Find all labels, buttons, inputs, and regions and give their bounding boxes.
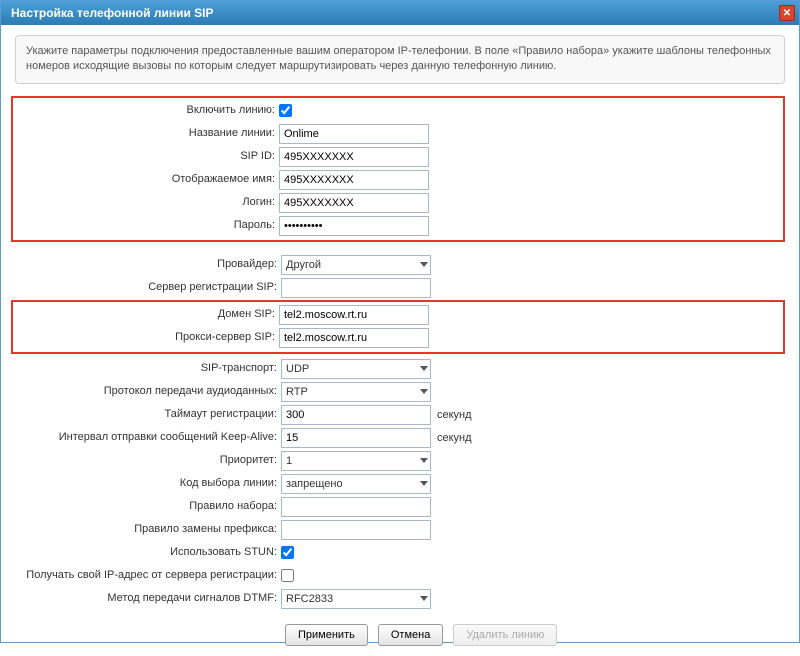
audio-proto-select[interactable]: RTP: [281, 382, 431, 402]
transport-value: UDP: [286, 363, 309, 375]
label-get-ip: Получать свой IP-адрес от сервера регист…: [15, 569, 281, 582]
display-name-input[interactable]: [279, 170, 429, 190]
close-button[interactable]: ✕: [779, 5, 795, 21]
label-priority: Приоритет:: [15, 454, 281, 467]
label-reg-server: Сервер регистрации SIP:: [15, 281, 281, 294]
close-icon: ✕: [783, 8, 791, 19]
unit-seconds-2: секунд: [437, 432, 472, 444]
label-prefix-rule: Правило замены префикса:: [15, 523, 281, 536]
label-transport: SIP-транспорт:: [15, 362, 281, 375]
label-provider: Провайдер:: [15, 258, 281, 271]
reg-timeout-input[interactable]: [281, 405, 431, 425]
label-display-name: Отображаемое имя:: [15, 173, 279, 186]
label-login: Логин:: [15, 196, 279, 209]
priority-select[interactable]: 1: [281, 451, 431, 471]
sip-id-input[interactable]: [279, 147, 429, 167]
line-code-select[interactable]: запрещено: [281, 474, 431, 494]
info-box: Укажите параметры подключения предоставл…: [15, 35, 785, 84]
form: Включить линию: Название линии: SIP ID: …: [15, 96, 785, 646]
dialog-content: Укажите параметры подключения предоставл…: [1, 25, 799, 656]
label-sip-domain: Домен SIP:: [15, 308, 279, 321]
window-title: Настройка телефонной линии SIP: [11, 6, 214, 20]
delete-line-button: Удалить линию: [453, 624, 557, 646]
label-keepalive: Интервал отправки сообщений Keep-Alive:: [15, 431, 281, 444]
proxy-input[interactable]: [279, 328, 429, 348]
label-reg-timeout: Таймаут регистрации:: [15, 408, 281, 421]
label-proxy: Прокси-сервер SIP:: [15, 331, 279, 344]
password-input[interactable]: [279, 216, 429, 236]
reg-server-input[interactable]: [281, 278, 431, 298]
provider-value: Другой: [286, 259, 321, 271]
highlight-group-2: Домен SIP: Прокси-сервер SIP:: [11, 300, 785, 354]
label-line-name: Название линии:: [15, 127, 279, 140]
label-line-code: Код выбора линии:: [15, 477, 281, 490]
audio-proto-value: RTP: [286, 386, 308, 398]
highlight-group-1: Включить линию: Название линии: SIP ID: …: [11, 96, 785, 242]
dtmf-select[interactable]: RFC2833: [281, 589, 431, 609]
label-password: Пароль:: [15, 219, 279, 232]
label-dtmf: Метод передачи сигналов DTMF:: [15, 592, 281, 605]
sip-domain-input[interactable]: [279, 305, 429, 325]
enable-line-checkbox[interactable]: [279, 104, 292, 117]
label-enable-line: Включить линию:: [15, 104, 279, 117]
chevron-down-icon: [420, 389, 428, 394]
dial-rule-input[interactable]: [281, 497, 431, 517]
line-code-value: запрещено: [286, 478, 343, 490]
login-input[interactable]: [279, 193, 429, 213]
use-stun-checkbox[interactable]: [281, 546, 294, 559]
dtmf-value: RFC2833: [286, 593, 333, 605]
chevron-down-icon: [420, 481, 428, 486]
dialog-window: Настройка телефонной линии SIP ✕ Укажите…: [0, 0, 800, 643]
chevron-down-icon: [420, 458, 428, 463]
label-dial-rule: Правило набора:: [15, 500, 281, 513]
label-use-stun: Использовать STUN:: [15, 546, 281, 559]
apply-button[interactable]: Применить: [285, 624, 368, 646]
chevron-down-icon: [420, 366, 428, 371]
prefix-rule-input[interactable]: [281, 520, 431, 540]
button-bar: Применить Отмена Удалить линию: [285, 624, 785, 646]
titlebar: Настройка телефонной линии SIP ✕: [1, 1, 799, 25]
keepalive-input[interactable]: [281, 428, 431, 448]
provider-select[interactable]: Другой: [281, 255, 431, 275]
cancel-button[interactable]: Отмена: [378, 624, 443, 646]
line-name-input[interactable]: [279, 124, 429, 144]
priority-value: 1: [286, 455, 292, 467]
unit-seconds-1: секунд: [437, 409, 472, 421]
transport-select[interactable]: UDP: [281, 359, 431, 379]
chevron-down-icon: [420, 262, 428, 267]
chevron-down-icon: [420, 596, 428, 601]
get-ip-checkbox[interactable]: [281, 569, 294, 582]
label-audio-proto: Протокол передачи аудиоданных:: [15, 385, 281, 398]
label-sip-id: SIP ID:: [15, 150, 279, 163]
